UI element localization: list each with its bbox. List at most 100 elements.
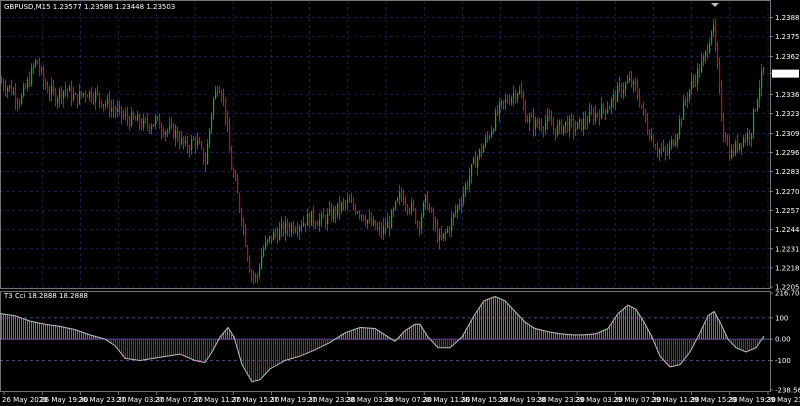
candle-body xyxy=(671,139,673,146)
candle-body xyxy=(697,67,699,84)
candle-body xyxy=(69,87,71,92)
candle-body xyxy=(227,118,229,126)
candle-body xyxy=(753,109,755,134)
candle-body xyxy=(477,157,479,168)
candle-body xyxy=(371,217,373,225)
candle-body xyxy=(31,67,33,85)
candle-body xyxy=(347,200,349,204)
candle-body xyxy=(67,89,69,92)
price-axis: 1.23885 1.23755 1.23620 1.23503 1.23360 1.232… xyxy=(770,14,800,292)
candle-body xyxy=(209,129,211,144)
candle-body xyxy=(677,134,679,142)
candle-body xyxy=(181,137,183,144)
candle-body xyxy=(525,105,527,122)
osc-tick-label: 100 xyxy=(775,314,788,322)
candle-body xyxy=(459,204,461,206)
candle-body xyxy=(333,208,335,220)
candle-body xyxy=(233,169,235,175)
candle-body xyxy=(463,193,465,203)
candle-body xyxy=(491,131,493,137)
candle-body xyxy=(473,157,475,164)
candle-body xyxy=(617,86,619,102)
candle-body xyxy=(715,24,717,47)
candle-body xyxy=(7,87,9,92)
candle-body xyxy=(467,184,469,186)
candle-body xyxy=(273,231,275,241)
candle-body xyxy=(129,119,131,126)
candle-body xyxy=(151,126,153,130)
candle-body xyxy=(567,121,569,132)
candle-body xyxy=(451,218,453,232)
candle-body xyxy=(71,87,73,101)
candle-body xyxy=(59,89,61,99)
candle-body xyxy=(247,246,249,259)
candle-body xyxy=(693,80,695,82)
candle-body xyxy=(447,228,449,233)
candle-body xyxy=(345,202,347,204)
candle-body xyxy=(389,221,391,229)
candle-body xyxy=(639,96,641,106)
candle-body xyxy=(419,223,421,229)
candle-body xyxy=(483,145,485,153)
candle-body xyxy=(751,133,753,140)
candle-body xyxy=(95,91,97,102)
candle-body xyxy=(281,223,283,229)
osc-tick-label: -100 xyxy=(775,357,791,365)
candle-body xyxy=(603,104,605,110)
candle-body xyxy=(657,149,659,153)
candle-body xyxy=(515,93,517,99)
candle-body xyxy=(435,223,437,226)
candle-body xyxy=(735,141,737,154)
candle-body xyxy=(77,94,79,104)
candle-body xyxy=(729,142,731,159)
candle-body xyxy=(27,79,29,88)
candle-body xyxy=(547,115,549,122)
candle-body xyxy=(409,210,411,211)
candle-body xyxy=(305,222,307,226)
candle-body xyxy=(335,208,337,216)
candle-body xyxy=(337,203,339,216)
candle-body xyxy=(535,119,537,130)
candle-body xyxy=(49,92,51,94)
indicator-header: T3 Cci 18.2888 18.2888 xyxy=(3,292,88,300)
candle-body xyxy=(681,119,683,121)
candle-body xyxy=(737,141,739,150)
candle-body xyxy=(363,215,365,221)
candle-body xyxy=(453,213,455,219)
candle-body xyxy=(663,147,665,150)
candle-body xyxy=(423,202,425,217)
price-tick-label: 1.22965 xyxy=(775,149,800,157)
candle-body xyxy=(327,213,329,225)
candle-body xyxy=(61,89,63,99)
candle-body xyxy=(195,140,197,146)
candle-body xyxy=(309,214,311,226)
candle-body xyxy=(85,93,87,96)
candle-body xyxy=(57,98,59,104)
candle-body xyxy=(593,112,595,121)
candle-body xyxy=(523,97,525,106)
candle-body xyxy=(43,69,45,83)
candle-body xyxy=(121,106,123,117)
candle-body xyxy=(275,231,277,234)
candle-body xyxy=(267,239,269,242)
candle-body xyxy=(63,91,65,99)
candle-body xyxy=(513,93,515,98)
candle-body xyxy=(597,113,599,115)
candle-body xyxy=(229,125,231,152)
candle-body xyxy=(185,140,187,144)
candle-body xyxy=(171,125,173,126)
candle-body xyxy=(33,66,35,68)
candle-body xyxy=(543,128,545,130)
candle-body xyxy=(685,100,687,101)
candle-body xyxy=(377,228,379,229)
candle-body xyxy=(563,125,565,134)
candle-body xyxy=(673,139,675,146)
candle-body xyxy=(167,130,169,133)
candle-body xyxy=(469,176,471,186)
candle-body xyxy=(475,157,477,168)
candle-body xyxy=(187,140,189,149)
price-tick-label: 1.23885 xyxy=(775,14,800,22)
candle-body xyxy=(433,211,435,224)
candle-body xyxy=(319,219,321,226)
candle-body xyxy=(241,209,243,223)
